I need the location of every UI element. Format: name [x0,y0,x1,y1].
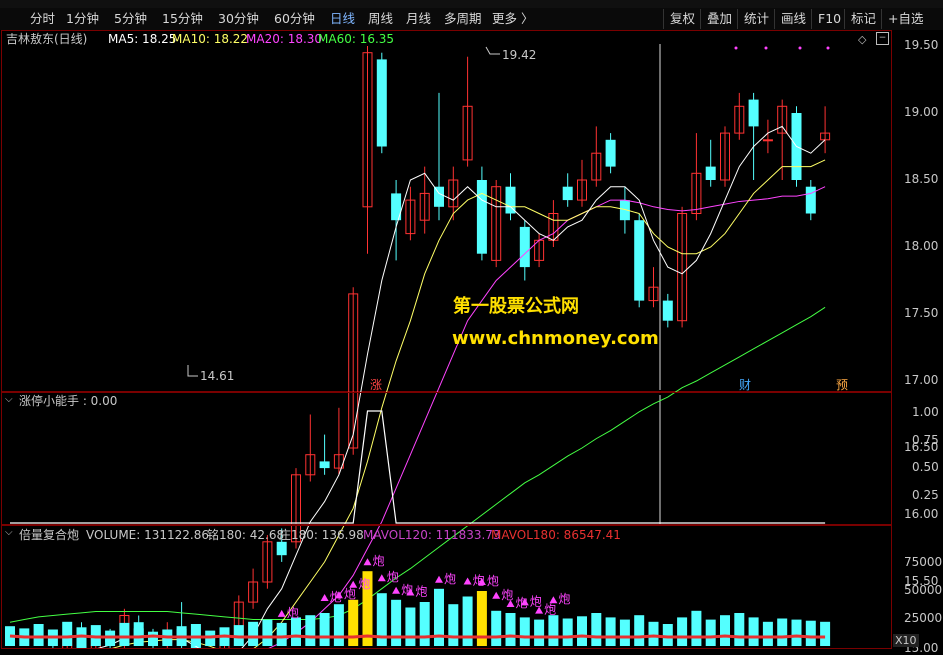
watermark-url: www.chnmoney.com [452,328,659,349]
high-price-label: 19.42 [502,48,537,62]
volume-label-2: 庄180: 136.98 [279,528,364,542]
volume-label-1: 铭180: 42.68 [207,528,285,542]
watermark-title: 第一股票公式网 [453,296,579,317]
candle-body-down [634,220,645,301]
indicator-tick-05: 0.50 [912,460,939,474]
indicator-tick-025: 0.25 [912,488,939,502]
event-tag-finance[interactable]: 财 [739,376,751,393]
candle-body-down [605,139,616,167]
signal-dot-1 [764,46,768,50]
signal-dot-3 [826,46,830,50]
signal-dot-0 [734,46,738,50]
indicator-panel[interactable] [1,392,892,525]
volume-label-4: MAVOL180: 86547.41 [491,528,621,542]
low-price-label: 14.61 [200,369,235,383]
volume-tick-50000: 50000 [904,583,943,597]
event-tag-limitup[interactable]: 涨 [370,376,382,393]
signal-dot-2 [798,46,802,50]
volume-tick-25000: 25000 [904,611,943,625]
candle-body-down [662,300,673,321]
candle-body-down [705,166,716,180]
volume-panel[interactable] [1,525,892,649]
chevron-down-icon[interactable]: ⌵ [5,394,13,405]
indicator-title: 涨停小能手 : 0.00 [19,394,118,408]
candle-body-up [762,139,773,142]
high-pointer [485,46,500,55]
candle-body-down [376,59,387,147]
volume-tick-75000: 75000 [904,555,943,569]
low-pointer [187,365,198,377]
candle-body-down [434,186,444,207]
indicator-tick-075: 0.75 [912,433,939,447]
event-tag-forecast[interactable]: 预 [836,376,848,393]
candle-body-down [519,226,530,268]
candle-body-down [476,180,487,254]
chevron-down-icon[interactable]: ⌵ [5,527,13,538]
indicator-tick-1: 1.00 [912,405,939,419]
volume-label-0: VOLUME: 131122.86 [86,528,209,542]
volume-label-3: MAVOL120: 111833.73 [363,528,501,542]
candle-body-down [805,186,816,214]
volume-unit: X10 [893,634,919,647]
candle-body-down [562,186,573,201]
volume-title: 倍量复合炮 [19,528,80,542]
candle-body-down [748,99,759,127]
